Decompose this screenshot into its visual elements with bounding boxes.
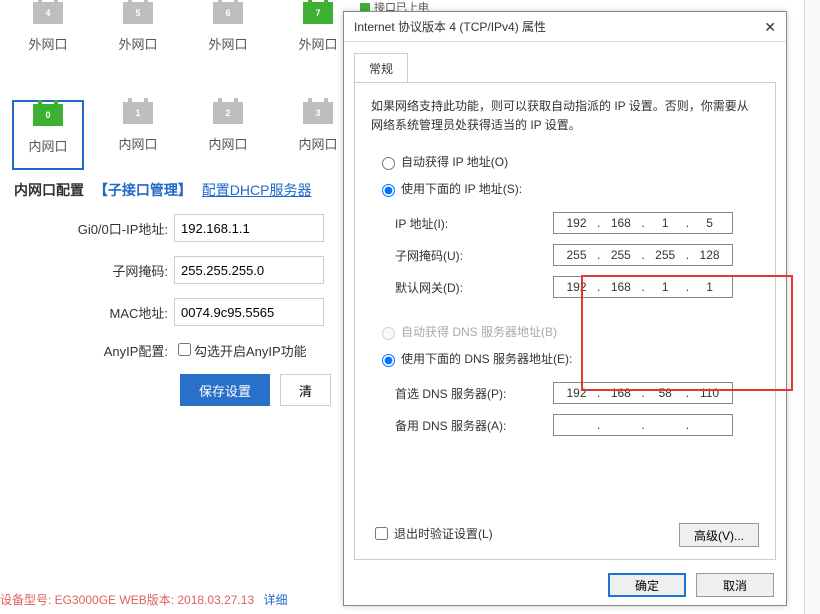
port-icon: 0 [33,104,63,126]
close-icon[interactable]: ✕ [764,12,776,42]
save-button[interactable]: 保存设置 [180,374,270,406]
advanced-button[interactable]: 高级(V)... [679,523,759,547]
radio-manual-ip[interactable] [382,184,395,197]
port-number: 0 [45,110,50,120]
radio-manual-dns[interactable] [382,354,395,367]
port-label: 内网口 [298,134,337,153]
radio-auto-dns-label: 自动获得 DNS 服务器地址(B) [401,323,557,340]
anyip-check-text: 勾选开启AnyIP功能 [194,344,307,359]
mask-input[interactable] [174,256,324,284]
tab-general[interactable]: 常规 [354,53,408,83]
port-icon: 5 [123,2,153,24]
gateway-label: 默认网关(D): [395,279,553,296]
port-number: 6 [225,8,230,18]
modal-title: Internet 协议版本 4 (TCP/IPv4) 属性 [354,12,546,42]
anyip-checkbox[interactable] [178,343,191,356]
lan-port-1[interactable]: 1 内网口 [102,100,174,170]
wan-port-6[interactable]: 6 外网口 [192,0,264,70]
dns1-input[interactable]: 192.168.58.110 [553,382,733,404]
cancel-button[interactable]: 取消 [696,573,774,597]
port-label: 内网口 [208,134,247,153]
port-number: 3 [315,108,320,118]
wan-port-5[interactable]: 5 外网口 [102,0,174,70]
port-label: 外网口 [118,34,157,53]
radio-manual-ip-label: 使用下面的 IP 地址(S): [401,180,522,197]
port-icon: 6 [213,2,243,24]
ok-button[interactable]: 确定 [608,573,686,597]
port-icon: 4 [33,2,63,24]
port-number: 4 [45,8,50,18]
lan-port-0[interactable]: 0 内网口 [12,100,84,170]
mac-input[interactable] [174,298,324,326]
radio-auto-dns [382,327,395,340]
footer-text: 设备型号: EG3000GE WEB版本: 2018.03.27.13 [0,593,254,607]
port-icon: 3 [303,102,333,124]
mac-label: MAC地址: [14,303,174,322]
port-number: 7 [315,8,320,18]
radio-auto-ip[interactable] [382,157,395,170]
port-icon: 7 [303,2,333,24]
dns2-label: 备用 DNS 服务器(A): [395,417,553,434]
port-number: 2 [225,108,230,118]
cfg-title: 内网口配置 [14,182,84,198]
port-number: 1 [135,108,140,118]
port-label: 外网口 [298,34,337,53]
anyip-label: AnyIP配置: [14,341,174,360]
gateway-input[interactable]: 192.168.1.1 [553,276,733,298]
right-fragment [804,0,820,614]
radio-auto-ip-label: 自动获得 IP 地址(O) [401,153,508,170]
dns1-label: 首选 DNS 服务器(P): [395,385,553,402]
sub-iface-mgmt-link[interactable]: 【子接口管理】 [94,182,192,198]
port-icon: 1 [123,102,153,124]
dns2-input[interactable]: ... [553,414,733,436]
radio-manual-dns-label: 使用下面的 DNS 服务器地址(E): [401,350,572,367]
modal-description: 如果网络支持此功能，则可以获取自动指派的 IP 设置。否则，你需要从网络系统管理… [371,97,759,135]
ip-input[interactable] [174,214,324,242]
port-label: 内网口 [28,136,67,155]
ip-address-label: IP 地址(I): [395,215,553,232]
validate-checkbox[interactable] [375,527,388,540]
subnet-mask-label: 子网掩码(U): [395,247,553,264]
dhcp-config-link[interactable]: 配置DHCP服务器 [202,182,312,198]
footer-detail-link[interactable]: 详细 [263,593,287,607]
wan-port-4[interactable]: 4 外网口 [12,0,84,70]
ip-label: Gi0/0口-IP地址: [14,219,174,238]
ip-address-input[interactable]: 192.168.1.5 [553,212,733,234]
port-icon: 2 [213,102,243,124]
port-label: 外网口 [208,34,247,53]
port-label: 外网口 [28,34,67,53]
validate-label: 退出时验证设置(L) [394,525,493,542]
ipv4-properties-dialog: Internet 协议版本 4 (TCP/IPv4) 属性 ✕ 常规 如果网络支… [343,11,787,606]
clear-button[interactable]: 清 [280,374,331,406]
lan-port-2[interactable]: 2 内网口 [192,100,264,170]
mask-label: 子网掩码: [14,261,174,280]
port-label: 内网口 [118,134,157,153]
subnet-mask-input[interactable]: 255.255.255.128 [553,244,733,266]
port-number: 5 [135,8,140,18]
